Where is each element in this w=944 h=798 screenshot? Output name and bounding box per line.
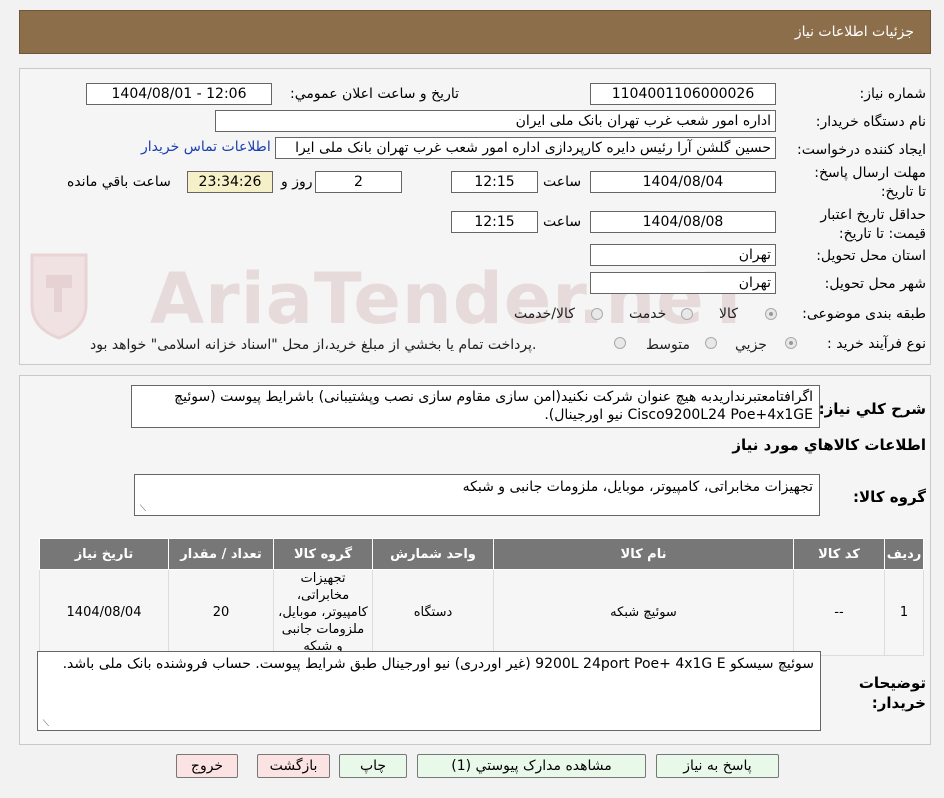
table-header-row: رديف کد کالا نام کالا واحد شمارش گروه کا…: [39, 538, 924, 570]
description-label: شرح کلي نياز:: [818, 400, 926, 418]
creator-field: حسین گلشن آرا رئیس دایره کارپردازی اداره…: [275, 137, 776, 159]
days-remaining-field: 2: [315, 171, 402, 193]
table-row: 1 -- سوئیچ شبکه دستگاه تجهیزات مخابراتی،…: [39, 569, 924, 656]
process-radio-small[interactable]: [785, 337, 797, 349]
col-name: نام کالا: [493, 538, 794, 570]
validity-label: حداقل تاريخ اعتبار قيمت: تا تاریخ:: [820, 207, 926, 242]
category-label: طبقه بندی موضوعی:: [802, 306, 926, 322]
view-attachments-button[interactable]: مشاهده مدارک پيوستي (1): [417, 754, 646, 778]
validity-time-label: ساعت: [543, 214, 582, 230]
back-button[interactable]: بازگشت: [257, 754, 330, 778]
col-group: گروه کالا: [273, 538, 373, 570]
category-option-service: خدمت: [629, 306, 667, 322]
print-button[interactable]: چاپ: [339, 754, 407, 778]
resize-grip-icon[interactable]: ⟋: [138, 505, 146, 514]
process-label: نوع فرآيند خريد :: [827, 336, 926, 352]
validity-time-field: 12:15: [451, 211, 538, 233]
reply-button[interactable]: پاسخ به نياز: [656, 754, 779, 778]
announce-label: تاریخ و ساعت اعلان عمومي:: [290, 86, 459, 102]
deadline-label: مهلت ارسال پاسخ: تا تاریخ:: [814, 165, 926, 200]
buyer-org-field: اداره امور شعب غرب تهران بانک ملی ایران: [215, 110, 776, 132]
category-radio-service[interactable]: [681, 308, 693, 320]
buyer-notes-text: سوئیچ سیسکو 9200L 24port Poe+ 4x1G E (غی…: [62, 656, 814, 672]
goods-group-text: تجهیزات مخابراتی، کامپیوتر، موبایل، ملزو…: [462, 479, 813, 495]
col-date: تاريخ نياز: [39, 538, 169, 570]
resize-grip-icon[interactable]: ⟋: [41, 720, 49, 729]
goods-table: رديف کد کالا نام کالا واحد شمارش گروه کا…: [39, 538, 924, 656]
category-radio-goods-service[interactable]: [591, 308, 603, 320]
category-radio-goods[interactable]: [765, 308, 777, 320]
cell-quantity: 20: [168, 569, 274, 656]
cell-unit: دستگاه: [372, 569, 494, 656]
goods-section-title: اطلاعات کالاهاي مورد نياز: [732, 436, 926, 454]
goods-group-textarea: تجهیزات مخابراتی، کامپیوتر، موبایل، ملزو…: [134, 474, 820, 516]
col-quantity: تعداد / مقدار: [168, 538, 274, 570]
province-field: تهران: [590, 244, 776, 266]
buyer-notes-textarea: سوئیچ سیسکو 9200L 24port Poe+ 4x1G E (غی…: [37, 651, 821, 731]
validity-date-field: 1404/08/08: [590, 211, 776, 233]
need-number-field: 1104001106000026: [590, 83, 776, 105]
goods-group-label: گروه کالا:: [853, 488, 926, 506]
cell-name: سوئیچ شبکه: [493, 569, 794, 656]
watermark-text: AriaTender.neT: [150, 258, 754, 340]
category-option-goods-service: کالا/خدمت: [514, 306, 575, 322]
page-title: جزئیات اطلاعات نیاز: [794, 24, 914, 40]
need-number-label: شماره نیاز:: [859, 86, 927, 102]
buyer-notes-label: توضيحات خريدار:: [858, 674, 926, 712]
deadline-date-field: 1404/08/04: [590, 171, 776, 193]
province-label: استان محل تحويل:: [816, 248, 926, 264]
announce-field: 1404/08/01 - 12:06: [86, 83, 272, 105]
col-row: رديف: [884, 538, 924, 570]
days-label: روز و: [281, 174, 313, 190]
exit-button[interactable]: خروج: [176, 754, 238, 778]
deadline-time-label: ساعت: [543, 174, 582, 190]
cell-date: 1404/08/04: [39, 569, 169, 656]
process-radio-medium[interactable]: [705, 337, 717, 349]
cell-code: --: [793, 569, 885, 656]
watermark-logo-icon: [24, 250, 94, 340]
description-textarea: اگرافتامعتبرنداریدبه هیچ عنوان شرکت نکنی…: [131, 385, 820, 428]
remaining-time-label: ساعت باقي مانده: [67, 174, 171, 190]
city-label: شهر محل تحويل:: [824, 276, 926, 292]
cell-row: 1: [884, 569, 924, 656]
buyer-org-label: نام دستگاه خريدار:: [815, 114, 926, 130]
creator-label: ايجاد کننده درخواست:: [797, 142, 926, 158]
city-field: تهران: [590, 272, 776, 294]
process-option-medium: متوسط: [646, 337, 690, 353]
page-header: جزئیات اطلاعات نیاز: [19, 10, 931, 54]
col-code: کد کالا: [793, 538, 885, 570]
col-unit: واحد شمارش: [372, 538, 494, 570]
category-option-goods: کالا: [719, 306, 738, 322]
cell-group: تجهیزات مخابراتی، کامپیوتر، موبایل، ملزو…: [273, 569, 373, 656]
treasury-checkbox[interactable]: [614, 337, 626, 349]
description-text: اگرافتامعتبرنداریدبه هیچ عنوان شرکت نکنی…: [174, 389, 813, 423]
deadline-time-field: 12:15: [451, 171, 538, 193]
treasury-note: پرداخت تمام يا بخشي از مبلغ خريد،از محل …: [90, 337, 537, 353]
process-option-small: جزيي: [735, 337, 767, 353]
remaining-time-field: 23:34:26: [187, 171, 273, 193]
buyer-contact-link[interactable]: اطلاعات تماس خريدار: [141, 139, 271, 155]
